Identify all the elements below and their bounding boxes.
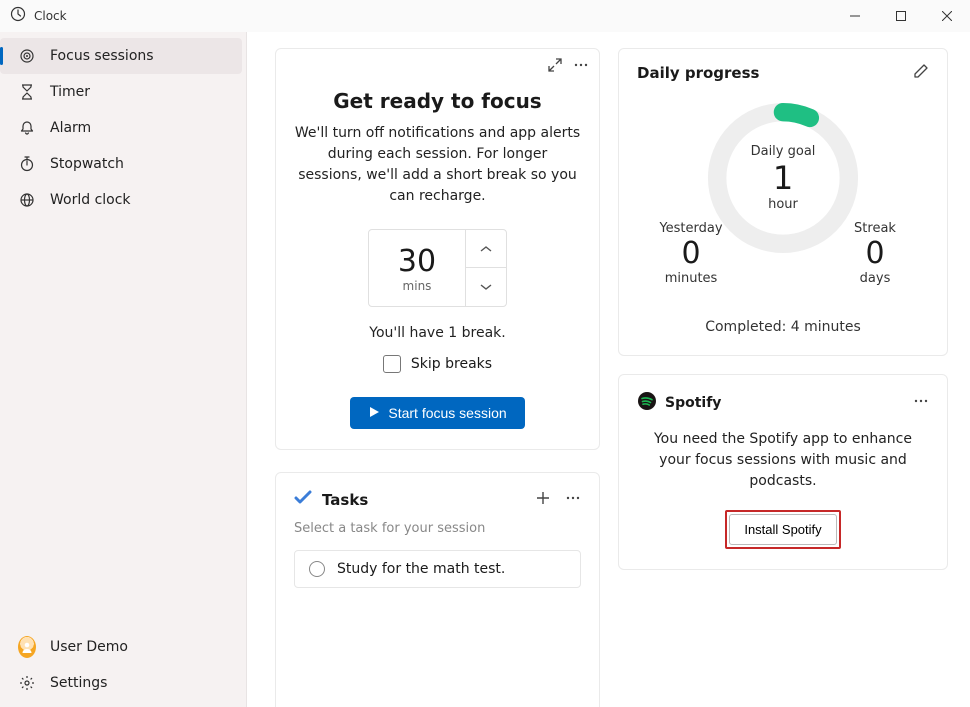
progress-title: Daily progress bbox=[637, 64, 759, 82]
sidebar-user[interactable]: User Demo bbox=[0, 629, 242, 665]
duration-display[interactable]: 30 mins bbox=[369, 230, 465, 306]
app-icon bbox=[10, 6, 26, 26]
completed-text: Completed: 4 minutes bbox=[637, 319, 929, 335]
tasks-icon bbox=[294, 489, 312, 511]
sidebar-item-focus-sessions[interactable]: Focus sessions bbox=[0, 38, 242, 74]
sidebar: Focus sessions Timer Alarm Stopwatch Wor… bbox=[0, 32, 247, 707]
hourglass-icon bbox=[18, 84, 36, 100]
sidebar-item-stopwatch[interactable]: Stopwatch bbox=[0, 146, 242, 182]
streak-unit: days bbox=[835, 271, 915, 286]
task-item[interactable]: Study for the math test. bbox=[294, 550, 581, 588]
task-label: Study for the math test. bbox=[337, 561, 505, 577]
avatar bbox=[18, 636, 36, 658]
tasks-card: Tasks Select a task for your session Stu… bbox=[275, 472, 600, 707]
gear-icon bbox=[18, 675, 36, 691]
tasks-title: Tasks bbox=[322, 491, 368, 509]
skip-breaks-label: Skip breaks bbox=[411, 356, 492, 372]
minimize-button[interactable] bbox=[832, 0, 878, 32]
goal-value: 1 bbox=[773, 159, 793, 197]
maximize-button[interactable] bbox=[878, 0, 924, 32]
bell-icon bbox=[18, 120, 36, 136]
globe-icon bbox=[18, 192, 36, 208]
sidebar-item-label: Stopwatch bbox=[50, 156, 124, 172]
start-focus-button[interactable]: Start focus session bbox=[350, 397, 524, 429]
install-highlight: Install Spotify bbox=[725, 510, 840, 549]
sidebar-item-world-clock[interactable]: World clock bbox=[0, 182, 242, 218]
more-icon[interactable] bbox=[573, 57, 589, 77]
app-title: Clock bbox=[34, 9, 67, 23]
install-spotify-button[interactable]: Install Spotify bbox=[729, 514, 836, 545]
yesterday-unit: minutes bbox=[651, 271, 731, 286]
add-task-button[interactable] bbox=[535, 490, 551, 510]
focus-card: Get ready to focus We'll turn off notifi… bbox=[275, 48, 600, 450]
sidebar-item-label: Focus sessions bbox=[50, 48, 154, 64]
spotify-name: Spotify bbox=[665, 395, 721, 411]
skip-breaks-checkbox[interactable] bbox=[383, 355, 401, 373]
task-radio[interactable] bbox=[309, 561, 325, 577]
daily-progress-card: Daily progress Daily goal 1 hour bbox=[618, 48, 948, 356]
duration-picker: 30 mins bbox=[368, 229, 507, 307]
more-icon[interactable] bbox=[565, 490, 581, 510]
sidebar-settings[interactable]: Settings bbox=[0, 665, 242, 701]
main-content: Get ready to focus We'll turn off notifi… bbox=[247, 32, 970, 707]
spotify-icon bbox=[637, 391, 657, 415]
sidebar-item-alarm[interactable]: Alarm bbox=[0, 110, 242, 146]
spotify-description: You need the Spotify app to enhance your… bbox=[643, 429, 923, 492]
sidebar-item-timer[interactable]: Timer bbox=[0, 74, 242, 110]
break-info: You'll have 1 break. bbox=[294, 325, 581, 341]
tasks-hint: Select a task for your session bbox=[294, 521, 581, 536]
settings-label: Settings bbox=[50, 675, 107, 691]
increase-button[interactable] bbox=[466, 230, 506, 268]
progress-ring: Daily goal 1 hour bbox=[704, 99, 862, 257]
duration-unit: mins bbox=[403, 279, 432, 293]
play-icon bbox=[368, 405, 380, 421]
goal-unit: hour bbox=[768, 197, 798, 212]
sidebar-item-label: Alarm bbox=[50, 120, 91, 136]
title-bar: Clock bbox=[0, 0, 970, 32]
stopwatch-icon bbox=[18, 156, 36, 172]
more-icon[interactable] bbox=[913, 393, 929, 413]
user-name: User Demo bbox=[50, 639, 128, 655]
close-button[interactable] bbox=[924, 0, 970, 32]
sidebar-item-label: Timer bbox=[50, 84, 90, 100]
decrease-button[interactable] bbox=[466, 268, 506, 306]
goal-label: Daily goal bbox=[751, 144, 816, 159]
target-icon bbox=[18, 48, 36, 64]
focus-title: Get ready to focus bbox=[294, 89, 581, 113]
edit-icon[interactable] bbox=[913, 63, 929, 83]
spotify-card: Spotify You need the Spotify app to enha… bbox=[618, 374, 948, 570]
duration-value: 30 bbox=[398, 244, 436, 279]
install-spotify-label: Install Spotify bbox=[744, 522, 821, 537]
start-focus-label: Start focus session bbox=[388, 405, 506, 421]
sidebar-item-label: World clock bbox=[50, 192, 131, 208]
focus-description: We'll turn off notifications and app ale… bbox=[294, 123, 581, 207]
expand-icon[interactable] bbox=[547, 57, 563, 77]
